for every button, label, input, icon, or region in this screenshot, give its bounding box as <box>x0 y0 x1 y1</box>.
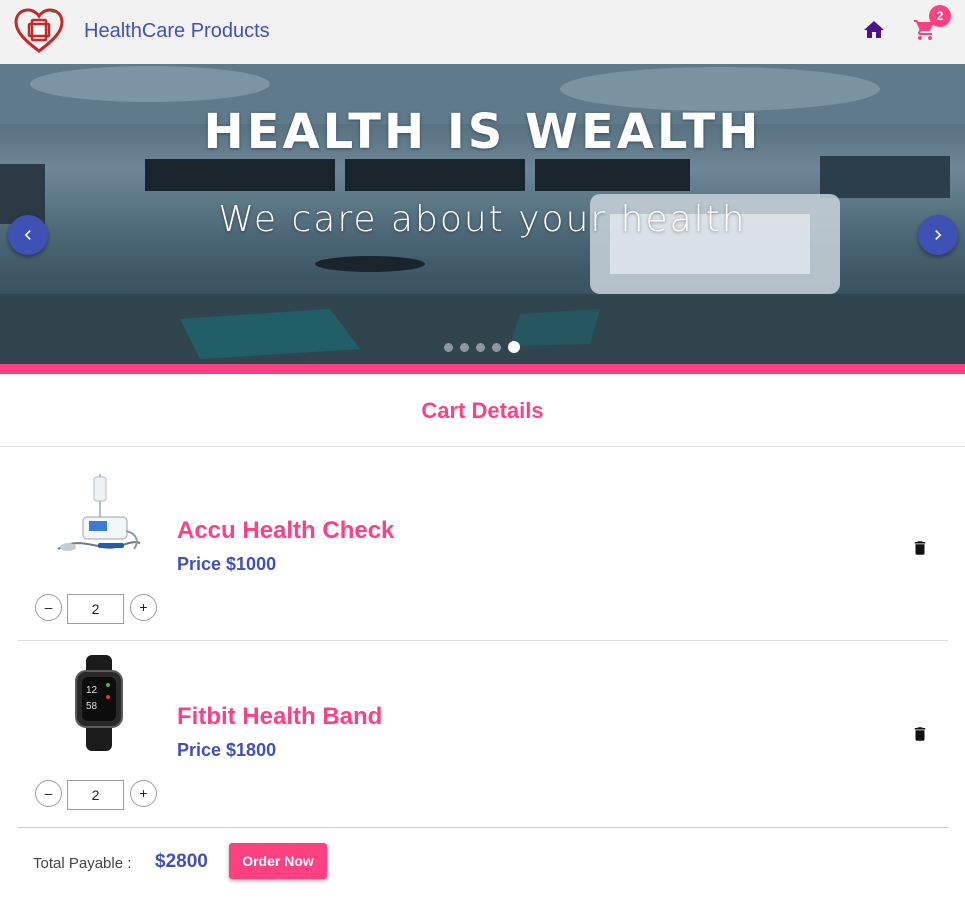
svg-text:58: 58 <box>86 701 98 712</box>
carousel-dot[interactable] <box>476 342 485 352</box>
divider <box>0 446 965 447</box>
total-payable-label: Total Payable : <box>33 855 132 872</box>
carousel-dot[interactable] <box>460 342 469 352</box>
order-now-button[interactable]: Order Now <box>229 843 327 879</box>
divider <box>18 827 948 828</box>
product-price: Price $1800 <box>177 740 277 760</box>
top-app-bar: HealthCare Products 2 <box>0 0 965 64</box>
carousel-dot[interactable] <box>492 342 501 352</box>
increase-quantity-button[interactable]: + <box>130 594 157 621</box>
cart-title: Cart Details <box>421 398 544 423</box>
chevron-left-icon <box>24 230 31 240</box>
carousel-dot-active[interactable] <box>508 341 520 353</box>
medical-device-image <box>57 474 141 551</box>
total-payable-value: $2800 <box>155 851 208 872</box>
home-icon[interactable] <box>862 18 886 42</box>
product-name[interactable]: Fitbit Health Band <box>177 703 382 731</box>
smartwatch-image: 12 58 <box>75 655 123 751</box>
heart-cross-logo[interactable] <box>13 7 65 55</box>
decrease-quantity-button[interactable]: – <box>35 594 62 621</box>
carousel-dot[interactable] <box>444 342 453 352</box>
hero-subtitle: We care about your health <box>218 199 747 240</box>
trash-icon[interactable] <box>911 723 929 745</box>
svg-text:12: 12 <box>86 685 98 696</box>
accent-divider <box>0 364 965 374</box>
hero-carousel: HEALTH IS WEALTH We care about your heal… <box>0 64 965 364</box>
hero-title: HEALTH IS WEALTH <box>203 104 762 160</box>
quantity-input[interactable] <box>67 594 124 624</box>
cart-count-badge: 2 <box>929 5 951 27</box>
quantity-input[interactable] <box>67 780 124 810</box>
product-price: Price $1000 <box>177 554 277 574</box>
decrease-quantity-button[interactable]: – <box>35 780 62 807</box>
cart-item: 12 58 Fitbit Health Band Price $1800 – + <box>18 641 948 827</box>
product-name[interactable]: Accu Health Check <box>177 517 394 545</box>
carousel-next-button[interactable] <box>918 215 958 255</box>
carousel-prev-button[interactable] <box>8 215 48 255</box>
trash-icon[interactable] <box>911 537 929 559</box>
cart-item: Accu Health Check Price $1000 – + <box>18 455 948 641</box>
carousel-indicators <box>444 341 520 353</box>
chevron-right-icon <box>935 230 942 240</box>
increase-quantity-button[interactable]: + <box>130 780 157 807</box>
brand-title[interactable]: HealthCare Products <box>84 20 270 43</box>
